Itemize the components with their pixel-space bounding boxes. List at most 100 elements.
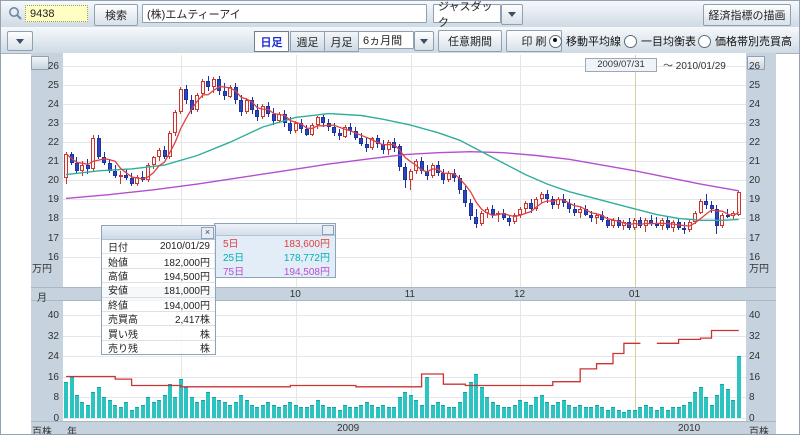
candlestick	[157, 150, 161, 158]
economic-indicator-button[interactable]: 経済指標の描画	[703, 4, 791, 26]
candlestick	[693, 213, 697, 223]
panel-collapse-button[interactable]	[7, 31, 33, 51]
candlestick	[283, 114, 287, 124]
radio-一目均衡表[interactable]: 一目均衡表	[624, 33, 696, 49]
candlestick	[518, 209, 522, 215]
search-button[interactable]: 検索	[94, 4, 138, 26]
candlestick	[102, 157, 106, 163]
candlestick	[682, 228, 686, 230]
volume-bar	[502, 407, 506, 418]
volume-bar	[119, 407, 123, 418]
price-tick-label: 24	[33, 99, 59, 110]
candlestick	[201, 81, 205, 94]
tab-月足[interactable]: 月足	[324, 31, 359, 52]
candlestick	[436, 165, 440, 173]
volume-bar	[343, 405, 347, 418]
volume-tick-label: 16	[749, 372, 760, 383]
range-select-arrow-button[interactable]	[414, 31, 434, 51]
quote-row-高値: 高値194,500円	[102, 269, 215, 283]
volume-tick-label: 32	[33, 331, 59, 342]
volume-bar	[447, 407, 451, 418]
ma-legend-row: 75日194,508円	[215, 264, 335, 278]
radio-icon[interactable]	[624, 35, 637, 48]
candlestick	[420, 161, 424, 171]
candlestick	[348, 127, 352, 131]
candlestick	[578, 209, 582, 213]
volume-bar	[321, 405, 325, 418]
radio-label: 移動平均線	[566, 33, 621, 49]
volume-tick-label: 8	[749, 392, 755, 403]
candlestick	[617, 220, 621, 226]
volume-bar	[649, 407, 653, 418]
volume-bar	[255, 407, 259, 418]
tab-日足[interactable]: 日足	[254, 31, 289, 52]
price-tick-label: 26	[749, 61, 760, 72]
candlestick	[458, 178, 462, 189]
radio-label: 一目均衡表	[641, 33, 696, 49]
volume-gridline	[63, 356, 746, 357]
candlestick	[250, 100, 254, 110]
volume-bar	[513, 405, 517, 418]
candlestick	[217, 79, 221, 90]
market-select[interactable]: ジャスダック	[433, 4, 501, 23]
candlestick	[447, 173, 451, 181]
market-select-arrow-button[interactable]	[501, 4, 523, 25]
volume-bar	[556, 402, 560, 418]
volume-bar	[261, 405, 265, 418]
volume-bar	[660, 407, 664, 418]
tab-週足[interactable]: 週足	[290, 31, 325, 52]
candlestick	[173, 112, 177, 133]
volume-bar	[80, 402, 84, 418]
candlestick	[403, 167, 407, 180]
volume-bar	[666, 410, 670, 418]
candlestick	[431, 165, 435, 176]
volume-bar	[294, 405, 298, 418]
stock-name-field[interactable]: (株)エムティーアイ	[142, 4, 427, 23]
close-icon[interactable]: ×	[201, 227, 214, 239]
radio-価格帯別売買高[interactable]: 価格帯別売買高	[698, 33, 792, 49]
volume-bar	[644, 405, 648, 418]
volume-bar	[332, 407, 336, 418]
ma-legend-row: 25日178,772円	[215, 250, 335, 264]
volume-bar	[540, 395, 544, 419]
quote-value: 181,000円	[164, 282, 210, 297]
custom-period-button[interactable]: 任意期間	[438, 30, 502, 52]
candlestick	[266, 106, 270, 114]
volume-bar	[480, 387, 484, 418]
price-tick-label: 23	[33, 118, 59, 129]
radio-icon[interactable]	[698, 35, 711, 48]
range-select[interactable]: 6ヵ月間	[358, 31, 414, 49]
radio-移動平均線[interactable]: 移動平均線	[549, 33, 621, 49]
volume-bar	[715, 395, 719, 419]
year-band-label: 年	[67, 423, 77, 435]
volume-bar	[518, 400, 522, 418]
volume-bar	[152, 402, 156, 418]
quote-value: 194,500円	[164, 268, 210, 283]
search-icon	[8, 6, 23, 21]
candlestick	[392, 142, 396, 148]
date-from-field[interactable]: 2009/07/31	[585, 58, 657, 72]
candlestick	[277, 114, 281, 122]
minimize-icon[interactable]	[322, 225, 334, 235]
radio-icon[interactable]	[549, 35, 562, 48]
quote-row-売買高: 売買高2,417株	[102, 312, 215, 326]
volume-bar	[485, 397, 489, 418]
chevron-down-icon	[508, 12, 516, 17]
quote-value: 株	[200, 326, 210, 341]
quote-row-日付: 日付2010/01/29	[102, 240, 215, 254]
volume-bar	[720, 384, 724, 418]
stock-code-input[interactable]: 9438	[25, 5, 88, 22]
volume-bar	[305, 407, 309, 418]
candlestick	[163, 150, 167, 158]
volume-bar	[671, 407, 675, 418]
price-tick-label: 25	[33, 80, 59, 91]
candle-wick	[120, 171, 121, 184]
candlestick	[540, 194, 544, 200]
candlestick	[731, 213, 735, 217]
candlestick	[316, 117, 320, 125]
volume-bar	[710, 405, 714, 418]
candlestick	[425, 171, 429, 177]
quote-value: 194,000円	[164, 297, 210, 312]
price-tick-label: 24	[749, 99, 760, 110]
candlestick	[310, 125, 314, 135]
